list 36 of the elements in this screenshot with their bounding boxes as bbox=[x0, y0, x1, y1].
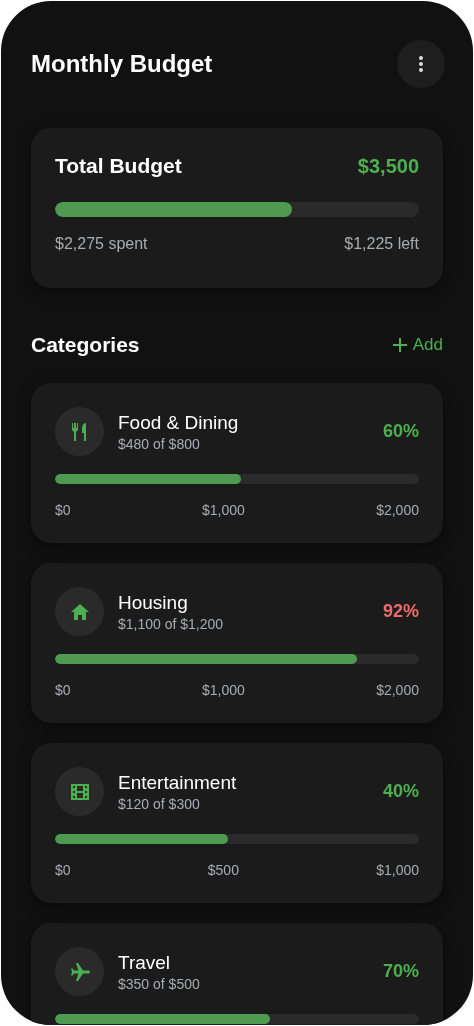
scale-label: $1,000 bbox=[376, 862, 419, 878]
category-name: Travel bbox=[118, 951, 172, 974]
total-budget-amount: $3,500 bbox=[357, 154, 419, 178]
add-button[interactable]: Add bbox=[392, 335, 473, 355]
section-title: Categories bbox=[31, 333, 140, 357]
category-amount: $120 of $300 bbox=[118, 795, 201, 812]
category-card[interactable]: Food & Dining $480 of $800 60% $0 $1,000 $2,000 bbox=[31, 383, 443, 543]
scale-label: $0 bbox=[55, 682, 71, 698]
scale-label: $1,000 bbox=[201, 502, 245, 518]
scale-label: $500 bbox=[207, 862, 239, 878]
total-budget-label: Total Budget bbox=[55, 154, 182, 178]
scale-label: $2,000 bbox=[376, 682, 419, 698]
category-percentage: 40% bbox=[382, 781, 419, 802]
page-title: Monthly Budget bbox=[31, 50, 213, 78]
category-amount: $480 of $800 bbox=[118, 435, 201, 452]
category-percentage: 70% bbox=[382, 961, 419, 982]
category-card[interactable]: Travel $350 of $500 70% bbox=[31, 923, 443, 1025]
remaining-amount: $1,225 left bbox=[344, 235, 419, 253]
scale-label: $2,000 bbox=[376, 502, 419, 518]
plus-icon bbox=[392, 338, 407, 352]
category-card[interactable]: Entertainment $120 of $300 40% $0 $500 $1,000 bbox=[31, 743, 443, 903]
scale-label: $0 bbox=[55, 502, 71, 518]
category-name: Food & Dining bbox=[118, 411, 240, 434]
more-vertical-icon bbox=[418, 55, 424, 73]
category-card[interactable]: Housing $1,100 of $1,200 92% $0 $1,000 $2,000 bbox=[31, 563, 443, 723]
scale-label: $1,000 bbox=[201, 682, 245, 698]
scale-label: $0 bbox=[55, 862, 71, 878]
category-amount: $1,100 of $1,200 bbox=[118, 615, 225, 632]
airplane-icon bbox=[68, 960, 91, 983]
category-name: Entertainment bbox=[118, 771, 238, 794]
category-name: Housing bbox=[118, 591, 189, 614]
category-amount: $350 of $500 bbox=[118, 975, 201, 992]
more-options-button[interactable] bbox=[397, 40, 445, 88]
category-percentage: 60% bbox=[382, 421, 419, 442]
spent-amount: $2,275 spent bbox=[55, 235, 148, 253]
category-percentage: 92% bbox=[382, 601, 419, 622]
